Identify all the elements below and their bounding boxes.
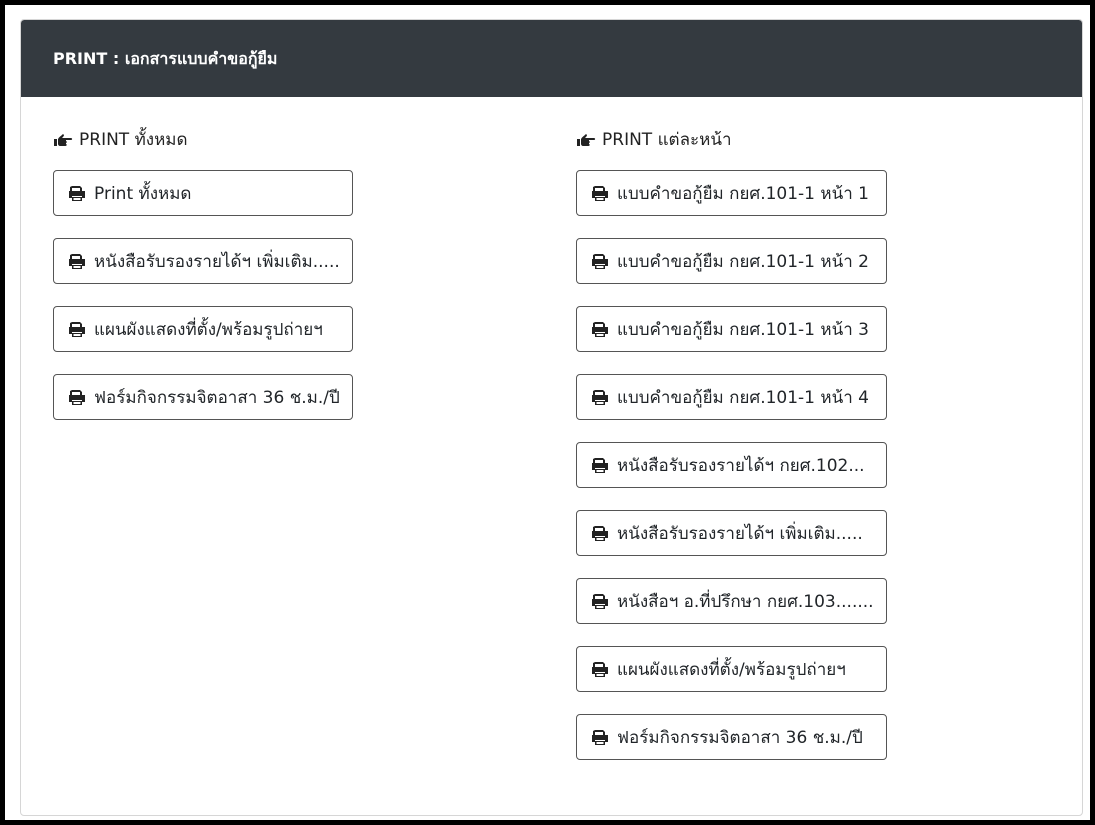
button-label: ฟอร์มกิจกรรมจิตอาสา 36 ช.ม./ปี xyxy=(617,727,863,748)
button-label: แบบคำขอกู้ยืม กยศ.101-1 หน้า 3 xyxy=(617,319,869,340)
print-all-section: PRINT ทั้งหมด Print ทั้งหมด หนังสือรับรอ… xyxy=(53,128,353,442)
button-label: แผนผังแสดงที่ตั้ง/พร้อมรูปถ่ายฯ xyxy=(94,319,323,340)
volunteer-form-button[interactable]: ฟอร์มกิจกรรมจิตอาสา 36 ช.ม./ปี xyxy=(53,374,353,420)
printer-icon xyxy=(592,185,608,201)
location-map-button[interactable]: แผนผังแสดงที่ตั้ง/พร้อมรูปถ่ายฯ xyxy=(576,646,887,692)
button-label: หนังสือรับรองรายได้ฯ เพิ่มเติม..... xyxy=(617,523,863,544)
printer-icon xyxy=(592,389,608,405)
printer-icon xyxy=(592,593,608,609)
hand-pointing-right-icon xyxy=(54,134,73,146)
advisor-letter-103-button[interactable]: หนังสือฯ อ.ที่ปรึกษา กยศ.103....... xyxy=(576,578,887,624)
volunteer-form-button[interactable]: ฟอร์มกิจกรรมจิตอาสา 36 ช.ม./ปี xyxy=(576,714,887,760)
income-cert-extra-button[interactable]: หนังสือรับรองรายได้ฯ เพิ่มเติม..... xyxy=(53,238,353,284)
print-all-heading-label: PRINT ทั้งหมด xyxy=(79,130,188,150)
loan-form-page-4-button[interactable]: แบบคำขอกู้ยืม กยศ.101-1 หน้า 4 xyxy=(576,374,887,420)
printer-icon xyxy=(69,185,85,201)
print-card: PRINT : เอกสารแบบคำขอกู้ยืม PRINT ทั้งหม… xyxy=(20,19,1083,816)
print-per-page-section: PRINT แต่ละหน้า แบบคำขอกู้ยืม กยศ.101-1 … xyxy=(576,128,887,782)
button-label: ฟอร์มกิจกรรมจิตอาสา 36 ช.ม./ปี xyxy=(94,387,340,408)
printer-icon xyxy=(592,729,608,745)
print-per-page-heading: PRINT แต่ละหน้า xyxy=(576,128,887,152)
print-per-page-heading-label: PRINT แต่ละหน้า xyxy=(602,130,732,150)
button-label: แผนผังแสดงที่ตั้ง/พร้อมรูปถ่ายฯ xyxy=(617,659,846,680)
button-label: หนังสือฯ อ.ที่ปรึกษา กยศ.103....... xyxy=(617,591,874,612)
printer-icon xyxy=(592,321,608,337)
button-label: แบบคำขอกู้ยืม กยศ.101-1 หน้า 1 xyxy=(617,183,869,204)
button-label: หนังสือรับรองรายได้ฯ เพิ่มเติม..... xyxy=(94,251,340,272)
printer-icon xyxy=(592,661,608,677)
printer-icon xyxy=(592,457,608,473)
button-label: แบบคำขอกู้ยืม กยศ.101-1 หน้า 2 xyxy=(617,251,869,272)
printer-icon xyxy=(592,525,608,541)
button-label: แบบคำขอกู้ยืม กยศ.101-1 หน้า 4 xyxy=(617,387,869,408)
print-all-button[interactable]: Print ทั้งหมด xyxy=(53,170,353,216)
location-map-button[interactable]: แผนผังแสดงที่ตั้ง/พร้อมรูปถ่ายฯ xyxy=(53,306,353,352)
hand-pointing-right-icon xyxy=(577,134,596,146)
loan-form-page-1-button[interactable]: แบบคำขอกู้ยืม กยศ.101-1 หน้า 1 xyxy=(576,170,887,216)
income-cert-extra-button[interactable]: หนังสือรับรองรายได้ฯ เพิ่มเติม..... xyxy=(576,510,887,556)
printer-icon xyxy=(69,389,85,405)
printer-icon xyxy=(69,253,85,269)
income-cert-102-button[interactable]: หนังสือรับรองรายได้ฯ กยศ.102... xyxy=(576,442,887,488)
button-label: หนังสือรับรองรายได้ฯ กยศ.102... xyxy=(617,455,865,476)
loan-form-page-3-button[interactable]: แบบคำขอกู้ยืม กยศ.101-1 หน้า 3 xyxy=(576,306,887,352)
print-all-heading: PRINT ทั้งหมด xyxy=(53,128,353,152)
button-label: Print ทั้งหมด xyxy=(94,183,192,204)
card-title: PRINT : เอกสารแบบคำขอกู้ยืม xyxy=(21,20,1082,97)
loan-form-page-2-button[interactable]: แบบคำขอกู้ยืม กยศ.101-1 หน้า 2 xyxy=(576,238,887,284)
printer-icon xyxy=(69,321,85,337)
printer-icon xyxy=(592,253,608,269)
window-frame: PRINT : เอกสารแบบคำขอกู้ยืม PRINT ทั้งหม… xyxy=(0,0,1095,825)
